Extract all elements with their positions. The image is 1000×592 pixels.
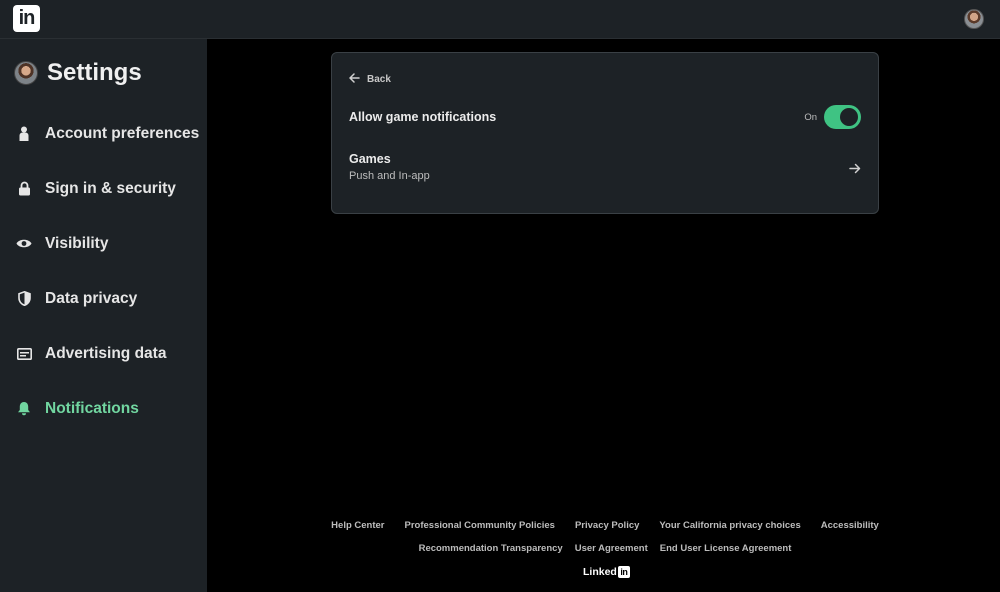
page-title: Settings — [47, 59, 142, 86]
back-button[interactable]: Back — [349, 70, 391, 88]
ad-card-icon — [16, 346, 32, 362]
footer-link-user-agreement[interactable]: User Agreement — [575, 543, 648, 554]
footer-link-privacy-policy[interactable]: Privacy Policy — [575, 520, 639, 531]
toggle-group: On — [804, 105, 861, 129]
shield-icon — [16, 291, 32, 307]
footer-brand-in-icon: in — [617, 566, 630, 578]
allow-game-notifications-label: Allow game notifications — [349, 110, 497, 124]
footer-brand-text: Linked — [583, 566, 617, 578]
games-subtitle: Push and In-app — [349, 170, 430, 182]
footer-link-community-policies[interactable]: Professional Community Policies — [405, 520, 555, 531]
allow-game-notifications-row: Allow game notifications On — [349, 105, 861, 129]
settings-header: Settings — [14, 59, 142, 87]
sidebar-item-advertising-data[interactable]: Advertising data — [0, 326, 207, 381]
sidebar-item-label: Account preferences — [45, 124, 200, 142]
arrow-right-icon — [849, 161, 861, 179]
allow-game-notifications-toggle[interactable] — [824, 105, 861, 129]
lock-icon — [16, 181, 32, 197]
sidebar-item-data-privacy[interactable]: Data privacy — [0, 271, 207, 326]
footer-link-recommendation-transparency[interactable]: Recommendation Transparency — [419, 543, 563, 554]
sidebar-item-sign-in-security[interactable]: Sign in & security — [0, 161, 207, 216]
sidebar-item-notifications[interactable]: Notifications — [0, 381, 207, 436]
footer-linkedin-logo: Linked in — [583, 566, 630, 578]
profile-avatar[interactable] — [964, 9, 984, 29]
footer-link-help-center[interactable]: Help Center — [331, 520, 384, 531]
sidebar-item-label: Sign in & security — [45, 179, 176, 197]
top-bar: in — [0, 0, 1000, 39]
sidebar-item-account-preferences[interactable]: Account preferences — [0, 106, 207, 161]
footer-links-row-2: Recommendation Transparency User Agreeme… — [331, 543, 879, 554]
sidebar-item-label: Data privacy — [45, 289, 138, 307]
toggle-knob — [840, 108, 858, 126]
sidebar-item-label: Notifications — [45, 399, 139, 417]
games-title: Games — [349, 152, 391, 166]
bell-icon — [16, 401, 32, 417]
settings-sidebar: Settings Account preferences Sign in & s… — [0, 39, 207, 592]
person-icon — [16, 126, 32, 142]
eye-icon — [16, 236, 32, 252]
footer-link-eula[interactable]: End User License Agreement — [660, 543, 792, 554]
avatar — [14, 61, 38, 85]
settings-nav: Account preferences Sign in & security V… — [0, 106, 207, 436]
arrow-left-icon — [349, 70, 360, 88]
sidebar-item-label: Visibility — [45, 234, 109, 252]
footer-link-california-privacy[interactable]: Your California privacy choices — [659, 520, 800, 531]
game-notifications-card: Back Allow game notifications On Games P… — [331, 52, 879, 214]
footer: Help Center Professional Community Polic… — [331, 520, 879, 578]
footer-link-accessibility[interactable]: Accessibility — [821, 520, 879, 531]
sidebar-item-label: Advertising data — [45, 344, 167, 362]
back-label: Back — [367, 73, 391, 85]
footer-links-row-1: Help Center Professional Community Polic… — [331, 520, 879, 531]
sidebar-item-visibility[interactable]: Visibility — [0, 216, 207, 271]
toggle-state-label: On — [804, 111, 817, 123]
games-setting-row[interactable]: Games Push and In-app — [349, 152, 861, 186]
linkedin-logo-icon[interactable]: in — [13, 5, 40, 32]
